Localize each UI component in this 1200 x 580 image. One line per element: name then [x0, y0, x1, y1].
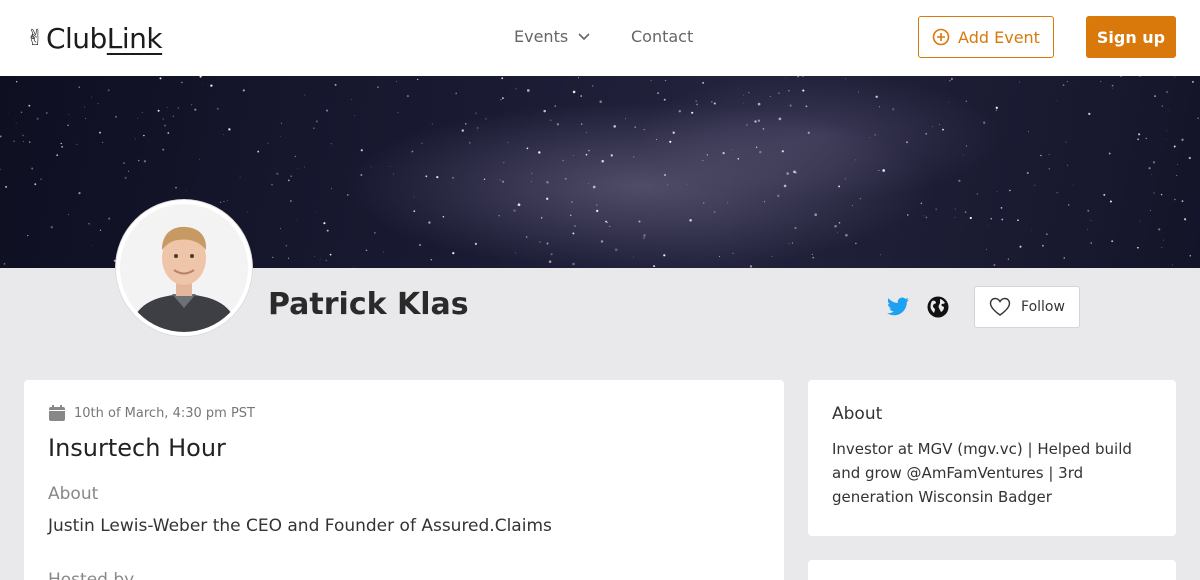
profile-name: Patrick Klas	[268, 287, 469, 322]
nav-contact-link[interactable]: Contact	[631, 27, 693, 46]
nav-events-dropdown[interactable]: Events	[514, 27, 590, 46]
secondary-card	[808, 560, 1176, 580]
about-text: Investor at MGV (mgv.vc) | Helped build …	[832, 440, 1132, 506]
clublink-logo[interactable]: ✌ Club Link	[26, 22, 163, 55]
event-about-heading: About	[48, 484, 99, 504]
follow-button[interactable]: Follow	[974, 286, 1080, 328]
globe-icon[interactable]	[926, 295, 950, 319]
event-title[interactable]: Insurtech Hour	[48, 434, 226, 462]
event-description: Justin Lewis-Weber the CEO and Founder o…	[48, 516, 552, 536]
event-card[interactable]: 10th of March, 4:30 pm PST Insurtech Hou…	[24, 380, 784, 580]
logo-text-club: Club	[45, 22, 107, 55]
follow-label: Follow	[1021, 299, 1065, 315]
calendar-icon	[49, 405, 65, 421]
profile-avatar	[116, 200, 252, 336]
logo-text-link: Link	[106, 22, 163, 55]
event-date-row: 10th of March, 4:30 pm PST	[48, 404, 255, 422]
about-card: About Investor at MGV (mgv.vc) | Helped …	[808, 380, 1176, 536]
heart-icon	[989, 297, 1011, 316]
plus-circle-icon	[932, 28, 950, 46]
event-date: 10th of March, 4:30 pm PST	[74, 405, 255, 421]
add-event-button[interactable]: Add Event	[918, 16, 1054, 58]
twitter-icon[interactable]	[886, 295, 910, 319]
add-event-label: Add Event	[958, 27, 1040, 47]
nav-events-label: Events	[514, 27, 569, 46]
event-hosted-by-heading: Hosted by	[48, 570, 135, 580]
about-heading: About	[832, 404, 883, 424]
victory-hand-icon: ✌	[26, 26, 44, 51]
top-nav-bar: ✌ Club Link Events Contact Add Event Sign…	[0, 0, 1200, 76]
signup-button[interactable]: Sign up	[1086, 16, 1176, 58]
chevron-down-icon	[578, 32, 590, 40]
